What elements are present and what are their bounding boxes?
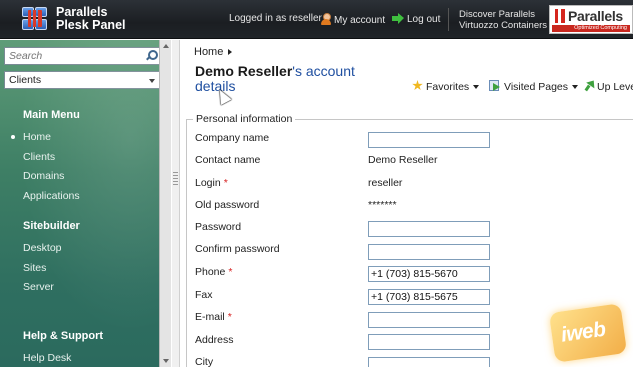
watermark-text: iweb bbox=[559, 317, 607, 347]
discover-line1: Discover Parallels bbox=[459, 9, 536, 20]
visited-pages-label: Visited Pages bbox=[504, 81, 569, 93]
grip-icon bbox=[173, 172, 178, 186]
parallels-bars-icon bbox=[555, 9, 565, 23]
sidebar-item-sites[interactable]: Sites bbox=[23, 262, 46, 274]
sidebar-item-domains[interactable]: Domains bbox=[23, 170, 64, 182]
page-title-suffix: 's account bbox=[292, 63, 355, 79]
sidebar-item-applications[interactable]: Applications bbox=[23, 190, 80, 202]
plesk-logo-icon bbox=[22, 7, 48, 31]
label-contact-name: Contact name bbox=[195, 154, 260, 166]
label-text: Password bbox=[195, 221, 242, 233]
address-input[interactable] bbox=[368, 334, 490, 350]
sidebar-item-home[interactable]: Home bbox=[10, 131, 51, 143]
required-star: * bbox=[227, 311, 232, 323]
favorites-label: Favorites bbox=[426, 81, 470, 93]
label-text: City bbox=[195, 356, 214, 367]
search-box bbox=[4, 47, 160, 65]
my-account-link[interactable]: My account bbox=[320, 13, 385, 26]
sidebar-item-desktop[interactable]: Desktop bbox=[23, 242, 62, 254]
chevron-down-icon bbox=[473, 85, 480, 89]
search-input[interactable] bbox=[5, 48, 143, 64]
old-password-value: ******* bbox=[368, 199, 397, 211]
chevron-down-icon bbox=[572, 85, 579, 89]
discover-link[interactable]: Discover Parallels Virtuozzo Containers bbox=[459, 9, 547, 31]
visited-pages-menu[interactable]: Visited Pages bbox=[489, 80, 579, 93]
brand-tagline: Optimized Computing bbox=[552, 25, 630, 32]
sidebar-item-clients[interactable]: Clients bbox=[23, 151, 55, 163]
breadcrumb: Home bbox=[194, 46, 233, 58]
context-select[interactable]: Clients bbox=[4, 71, 160, 89]
discover-line2: Virtuozzo Containers bbox=[459, 20, 548, 31]
up-arrow-icon bbox=[584, 80, 595, 91]
top-header: Parallels Plesk Panel Logged in as resel… bbox=[0, 0, 633, 39]
label-text: Company name bbox=[195, 132, 270, 144]
app-name-line2: Plesk Panel bbox=[56, 18, 126, 32]
log-out-link[interactable]: Log out bbox=[392, 13, 440, 25]
my-account-label: My account bbox=[334, 15, 386, 26]
star-icon bbox=[412, 80, 423, 91]
left-navigation: Clients Main Menu Home Clients Domains A… bbox=[0, 40, 163, 367]
label-phone: Phone * bbox=[195, 266, 232, 278]
required-star: * bbox=[223, 177, 228, 189]
brand-logo-name: Parallels bbox=[568, 8, 623, 24]
city-input[interactable] bbox=[368, 357, 490, 367]
company-name-input[interactable] bbox=[368, 132, 490, 148]
label-company-name: Company name bbox=[195, 132, 269, 144]
login-value: reseller bbox=[368, 177, 403, 189]
sidebar-collapse-handle[interactable] bbox=[172, 40, 180, 367]
section-help-support: Help & Support bbox=[23, 330, 104, 342]
scroll-up-icon[interactable] bbox=[163, 44, 169, 48]
breadcrumb-home[interactable]: Home bbox=[194, 46, 223, 58]
sidebar-scrollbar[interactable] bbox=[159, 40, 171, 367]
label-text: Old password bbox=[195, 199, 260, 211]
contact-name-value: Demo Reseller bbox=[368, 154, 438, 166]
section-main-menu: Main Menu bbox=[23, 109, 80, 121]
app-name: Parallels Plesk Panel bbox=[56, 6, 126, 32]
password-input[interactable] bbox=[368, 221, 490, 237]
email-input[interactable] bbox=[368, 312, 490, 328]
parallels-brand-logo[interactable]: Parallels Optimized Computing bbox=[549, 5, 633, 34]
label-fax: Fax bbox=[195, 289, 213, 301]
chevron-down-icon bbox=[149, 79, 155, 83]
label-text: Address bbox=[195, 334, 234, 346]
sidebar-item-server[interactable]: Server bbox=[23, 281, 54, 293]
search-icon[interactable] bbox=[145, 50, 158, 61]
label-text: Confirm password bbox=[195, 243, 280, 255]
up-level-button[interactable]: Up Leve bbox=[584, 80, 633, 93]
page-title-name: Demo Reseller bbox=[195, 63, 293, 79]
phone-input[interactable] bbox=[368, 266, 490, 282]
scroll-down-icon[interactable] bbox=[163, 359, 169, 363]
required-star: * bbox=[228, 266, 233, 278]
fieldset-legend: Personal information bbox=[193, 113, 296, 125]
header-divider bbox=[448, 8, 449, 31]
logout-arrow-icon bbox=[392, 13, 404, 24]
breadcrumb-arrow-icon bbox=[228, 49, 233, 55]
visited-pages-icon bbox=[489, 80, 501, 91]
confirm-password-input[interactable] bbox=[368, 244, 490, 260]
fax-input[interactable] bbox=[368, 289, 490, 305]
user-icon bbox=[320, 13, 331, 25]
label-login: Login * bbox=[195, 177, 228, 189]
context-select-value: Clients bbox=[9, 74, 42, 86]
section-sitebuilder: Sitebuilder bbox=[23, 220, 80, 232]
label-password: Password bbox=[195, 221, 241, 233]
iweb-watermark-logo: iweb bbox=[548, 303, 628, 363]
label-address: Address bbox=[195, 334, 234, 346]
label-text: Contact name bbox=[195, 154, 261, 166]
label-old-password: Old password bbox=[195, 199, 259, 211]
label-city: City bbox=[195, 356, 213, 367]
label-text: E-mail bbox=[195, 311, 225, 323]
label-text: Fax bbox=[195, 289, 213, 301]
label-confirm-password: Confirm password bbox=[195, 243, 280, 255]
favorites-menu[interactable]: Favorites bbox=[412, 80, 480, 93]
label-text: Phone bbox=[195, 266, 226, 278]
label-text: Login bbox=[195, 177, 221, 189]
log-out-label: Log out bbox=[407, 14, 441, 25]
up-level-label: Up Leve bbox=[597, 81, 633, 93]
logged-in-text: Logged in as reseller bbox=[229, 13, 322, 24]
sidebar-item-help-desk[interactable]: Help Desk bbox=[23, 352, 71, 364]
label-email: E-mail * bbox=[195, 311, 232, 323]
